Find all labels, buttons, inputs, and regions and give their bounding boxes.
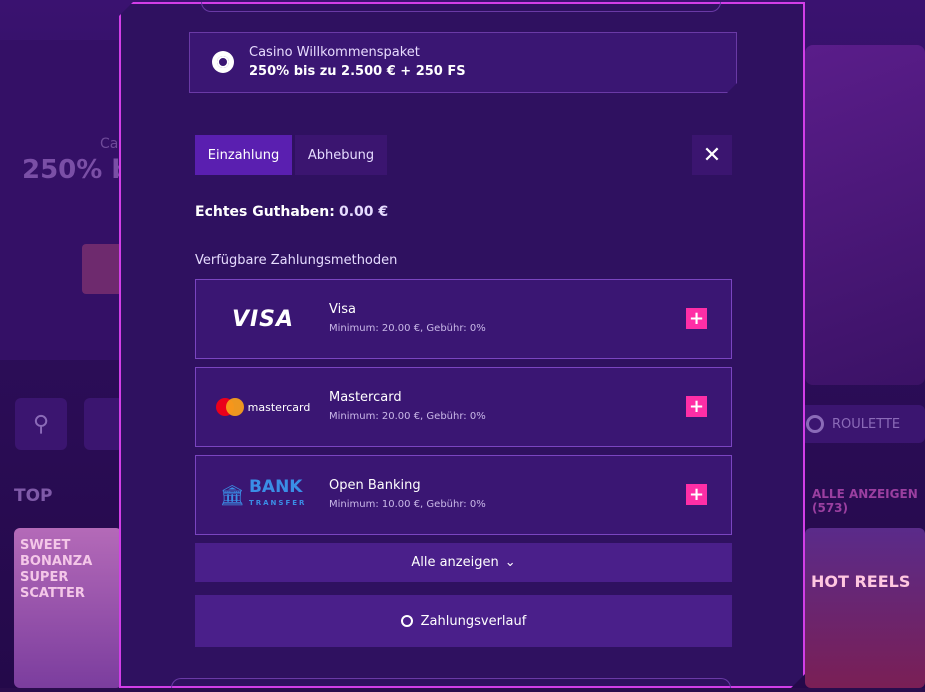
background-show-all-games: ALLE ANZEIGEN (573) [812, 487, 918, 515]
promo-title: Casino Willkommenspaket [249, 45, 420, 60]
bank-building-icon: 🏛 [219, 483, 245, 507]
background-search-icon: ⚲ [15, 398, 67, 450]
close-button[interactable]: ✕ [692, 135, 732, 175]
method-name: Visa [329, 302, 356, 317]
payment-method-mastercard[interactable]: mastercard Mastercard Minimum: 20.00 €, … [195, 367, 732, 447]
background-section-top: TOP [14, 486, 53, 506]
add-method-icon[interactable]: + [686, 484, 707, 505]
welcome-promo-banner[interactable]: Casino Willkommenspaket 250% bis zu 2.50… [189, 32, 737, 93]
visa-logo-text: VISA [231, 306, 295, 332]
payment-methods-heading: Verfügbare Zahlungsmethoden [195, 253, 398, 268]
background-category-tile [84, 398, 124, 450]
method-name: Open Banking [329, 478, 421, 493]
balance-value: 0.00 € [339, 204, 389, 220]
balance-label: Echtes Guthaben: [195, 204, 335, 220]
mastercard-logo: mastercard [208, 368, 318, 446]
background-game-tile: HOT REELS [805, 528, 925, 688]
show-all-label: Alle anzeigen [411, 555, 499, 570]
payment-modal: Casino Willkommenspaket 250% bis zu 2.50… [119, 2, 805, 688]
method-info: Minimum: 10.00 €, Gebühr: 0% [329, 499, 486, 510]
method-info: Minimum: 20.00 €, Gebühr: 0% [329, 411, 486, 422]
background-banner-title: Ca [100, 136, 119, 152]
method-name: Mastercard [329, 390, 402, 405]
background-hero-art [805, 45, 925, 385]
bank-logo-sub: TRANSFER [248, 499, 307, 507]
history-icon [401, 615, 413, 627]
tab-deposit[interactable]: Einzahlung [195, 135, 292, 175]
mastercard-circles-icon [216, 398, 244, 416]
method-info: Minimum: 20.00 €, Gebühr: 0% [329, 323, 486, 334]
game-title: HOT REELS [811, 572, 911, 591]
background-game-tile: SWEET BONANZA SUPER SCATTER [14, 528, 122, 688]
show-all-methods-button[interactable]: Alle anzeigen ⌄ [195, 543, 732, 582]
add-method-icon[interactable]: + [686, 308, 707, 329]
visa-logo: VISA [208, 280, 318, 358]
background-banner-offer: 250% b [22, 155, 130, 185]
background-banner [0, 40, 125, 360]
background-roulette-tab: ROULETTE [800, 405, 925, 443]
roulette-label: ROULETTE [832, 416, 901, 432]
add-method-icon[interactable]: + [686, 396, 707, 417]
close-icon: ✕ [702, 142, 722, 168]
game-title: SWEET BONANZA SUPER SCATTER [20, 538, 93, 601]
history-label: Zahlungsverlauf [420, 613, 527, 629]
bank-logo-text: BANK [248, 477, 303, 497]
bank-transfer-logo: 🏛 BANK TRANSFER [208, 456, 318, 534]
payment-method-open-banking[interactable]: 🏛 BANK TRANSFER Open Banking Minimum: 10.… [195, 455, 732, 535]
mastercard-logo-text: mastercard [247, 400, 311, 414]
modal-bottom-strip [171, 678, 731, 692]
chevron-down-icon: ⌄ [504, 555, 516, 570]
promo-offer: 250% bis zu 2.500 € + 250 FS [249, 64, 466, 79]
payment-history-button[interactable]: Zahlungsverlauf [195, 595, 732, 647]
casino-chip-icon [212, 51, 234, 73]
tab-withdrawal[interactable]: Abhebung [295, 135, 387, 175]
roulette-icon [806, 415, 824, 433]
payment-method-visa[interactable]: VISA Visa Minimum: 20.00 €, Gebühr: 0% + [195, 279, 732, 359]
